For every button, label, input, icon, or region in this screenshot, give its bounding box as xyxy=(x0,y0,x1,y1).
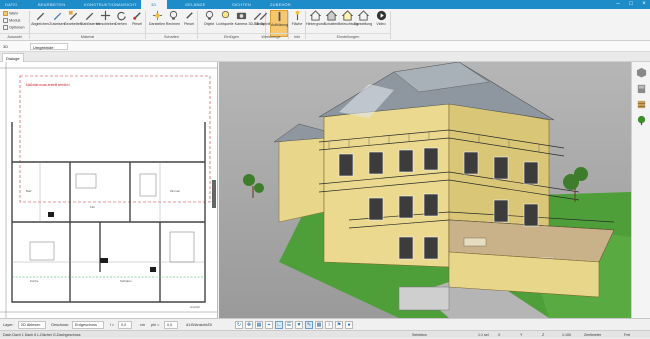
mode-dropdown[interactable]: Umgebinde xyxy=(30,43,68,50)
measure-icon xyxy=(278,11,280,22)
plan-legend-label: Ansicht xyxy=(190,305,200,309)
dimension-value: d1:B/Ansicht/Di xyxy=(186,323,212,327)
area-icon xyxy=(295,10,299,21)
mode-option[interactable]: Modus xyxy=(3,18,20,23)
room-label-bad: Bad xyxy=(26,189,32,193)
phi-input[interactable]: 0,0 xyxy=(164,321,178,329)
house-icon xyxy=(341,10,353,21)
phi-label: phi = xyxy=(151,323,160,327)
maximize-icon[interactable]: □ xyxy=(625,0,637,9)
ribbon-tab-bar: Datei Bearbeiten Konstruktion Ansicht 3D… xyxy=(0,0,650,9)
group-label-einstellungen: Einstellungen xyxy=(306,33,390,39)
room-label-flur: Flur xyxy=(90,205,95,209)
pen-icon[interactable]: ✎ xyxy=(305,321,313,329)
tab-ansicht[interactable]: Ansicht xyxy=(118,0,137,9)
tab-bearbeiten[interactable]: Bearbeiten xyxy=(38,0,65,9)
status-toolbar: Layer: 2D Ablesen Geschoss: Erdgeschoss … xyxy=(0,318,650,330)
group-label-material: Material xyxy=(30,33,145,39)
info-bar: Dach Dach 1 Dach 6 L-Dächer G-Dachgescho… xyxy=(0,330,650,338)
options-label: Optionen xyxy=(9,25,25,30)
info-icon[interactable]: i xyxy=(325,321,333,329)
room-label-schlafen: Schlafen xyxy=(120,279,132,283)
room-label-zimmer: Zimmer xyxy=(170,189,180,193)
brush-icon xyxy=(132,12,141,20)
select-option[interactable]: Wahl xyxy=(3,11,18,16)
group-label-schatten: Schatten xyxy=(146,33,197,39)
3d-house-render xyxy=(219,62,631,318)
tab-gelaende[interactable]: Gelände xyxy=(185,0,206,9)
unit-label: cm xyxy=(140,323,146,327)
pencil-icon xyxy=(259,12,267,21)
tab-konstruktion[interactable]: Konstruktion xyxy=(84,0,118,9)
cube-icon[interactable] xyxy=(636,67,647,78)
tree-icon[interactable] xyxy=(636,115,647,126)
floor-plan-view[interactable]: Maßstab muss erstellt werden ! Bad Flur … xyxy=(0,62,218,318)
house-icon xyxy=(309,10,321,21)
pencil-edit-icon xyxy=(53,12,61,21)
side-toolbar xyxy=(631,62,650,318)
options-icon xyxy=(3,25,8,30)
minimize-icon[interactable]: – xyxy=(612,0,624,9)
pencil-edit-icon xyxy=(68,10,77,21)
pencil-icon xyxy=(85,12,93,21)
flag-icon[interactable]: ⚑ xyxy=(335,321,343,329)
group-label-auswahl: Auswahl xyxy=(0,33,29,39)
mode-label: Modus xyxy=(9,18,21,23)
wallpaper-icon[interactable] xyxy=(636,83,647,94)
texture-icon[interactable] xyxy=(636,99,647,110)
move-icon[interactable]: ✥ xyxy=(245,321,253,329)
floor-plan-drawing: Maßstab muss erstellt werden ! Bad Flur … xyxy=(0,62,217,318)
house-icon xyxy=(357,10,369,21)
length-input[interactable]: 0,0 xyxy=(118,321,132,329)
group-label-info: Info xyxy=(289,33,305,39)
mode-icon xyxy=(3,18,8,23)
floor-dropdown[interactable]: Erdgeschoss xyxy=(72,321,104,329)
snap-icon[interactable]: ⌖ xyxy=(265,321,273,329)
grid-fill-icon[interactable]: ▩ xyxy=(315,321,323,329)
play-icon xyxy=(376,10,386,21)
plan-red-note: Maßstab muss erstellt werden ! xyxy=(26,83,70,87)
select-icon xyxy=(3,11,8,16)
lock-icon[interactable]: ● xyxy=(345,321,353,329)
ribbon-panel: Wahl Modus Optionen Abgleichen Zuweisen … xyxy=(0,9,650,41)
tab-3d[interactable]: 3D xyxy=(141,0,167,9)
tab-zubehoer[interactable]: Zubehör xyxy=(270,0,291,9)
select-label: Wahl xyxy=(9,11,18,16)
pencil-icon xyxy=(36,12,44,21)
room-label-kueche: Küche xyxy=(30,279,39,283)
3d-view[interactable] xyxy=(219,62,631,318)
tab-sichten[interactable]: Sichten xyxy=(232,0,251,9)
tab-datei[interactable]: Datei xyxy=(5,0,17,9)
grid-icon[interactable]: ▦ xyxy=(255,321,263,329)
group-label-werkzeuge: Werkzeuge xyxy=(254,33,288,39)
length-label: l = xyxy=(110,323,115,327)
layer-dropdown[interactable]: 2D Ablesen xyxy=(18,321,46,329)
light-bulb-icon xyxy=(169,10,177,20)
layer-label: Layer: xyxy=(3,323,14,327)
options-option[interactable]: Optionen xyxy=(3,25,24,30)
plan-scrollbar[interactable] xyxy=(212,180,216,208)
rotate-icon[interactable]: ↻ xyxy=(235,321,243,329)
tab-dialoge[interactable]: Dialoge xyxy=(2,53,24,62)
light-bulb-icon xyxy=(221,11,229,19)
close-icon[interactable]: × xyxy=(638,0,650,9)
filter-icon[interactable]: ▼ xyxy=(295,321,303,329)
document-tab-bar: Dialoge xyxy=(0,52,650,62)
view-selector[interactable]: 3D xyxy=(3,43,8,50)
brush-icon xyxy=(185,12,193,19)
camera-icon xyxy=(236,12,246,20)
rotate-icon xyxy=(116,11,126,21)
floor-label: Geschoss: xyxy=(51,323,69,327)
move-icon xyxy=(100,10,110,21)
ortho-icon[interactable]: ∟ xyxy=(275,321,283,329)
layer-icon[interactable]: ☰ xyxy=(285,321,293,329)
light-icon xyxy=(205,10,213,20)
shadow-icon xyxy=(152,10,162,21)
house-icon xyxy=(325,10,337,21)
view-toolbar: 3D Umgebinde xyxy=(0,41,650,52)
